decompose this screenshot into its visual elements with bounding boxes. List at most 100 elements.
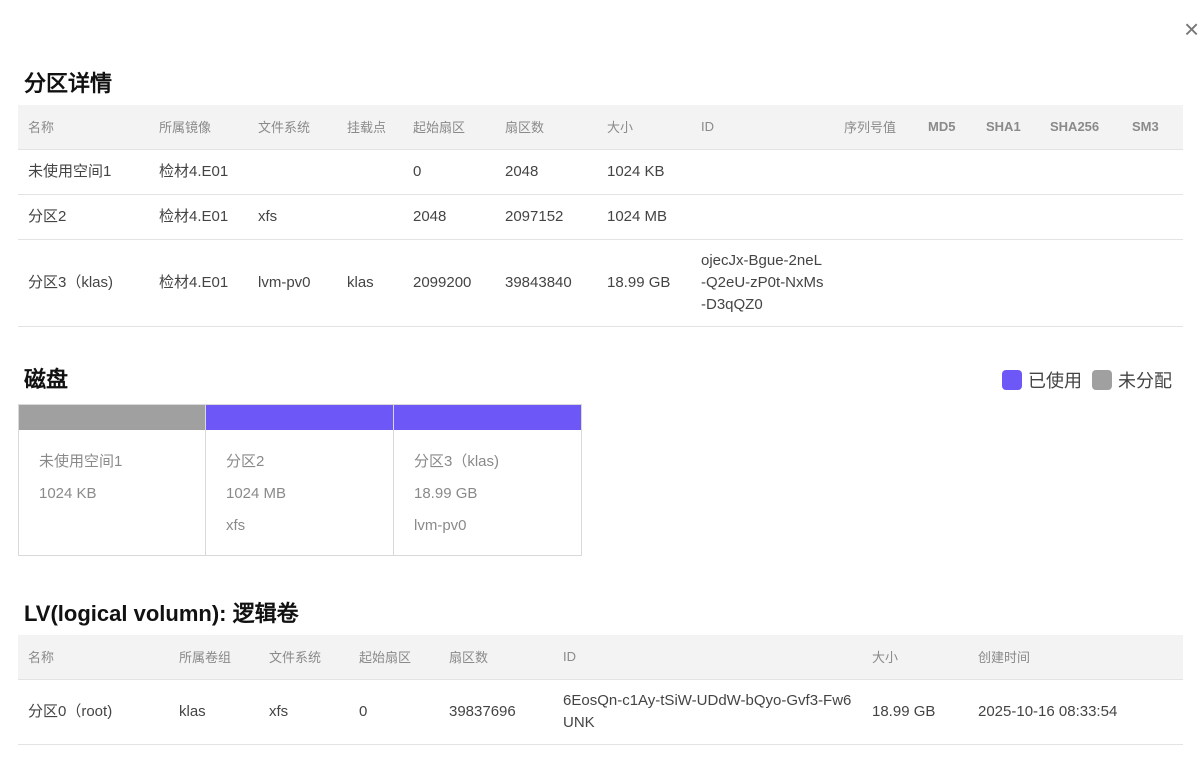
- cell-id: [691, 149, 834, 195]
- disk-legend: 已使用 未分配: [1002, 367, 1182, 393]
- legend-item-used: 已使用: [1002, 367, 1082, 393]
- col-size: 大小: [597, 105, 691, 150]
- disk-block-size: 18.99 GB: [414, 485, 478, 502]
- col-serial: 序列号值: [834, 105, 918, 150]
- col-sm3: SM3: [1122, 105, 1183, 150]
- disk-block-name: 分区3（klas): [414, 453, 500, 470]
- cell-size: 1024 MB: [597, 194, 691, 240]
- legend-swatch-used: [1002, 370, 1022, 390]
- disk-block[interactable]: 分区2 1024 MB xfs: [206, 404, 394, 556]
- cell-serial: [834, 149, 918, 195]
- lv-section-title: LV(logical volumn): 逻辑卷: [24, 601, 299, 626]
- col-md5: MD5: [918, 105, 976, 150]
- col-size: 大小: [862, 635, 968, 680]
- legend-label-used: 已使用: [1028, 371, 1082, 391]
- disk-block-bar: [394, 405, 581, 430]
- col-filesystem: 文件系统: [259, 635, 349, 680]
- cell-sm3: [1122, 149, 1183, 195]
- disk-map: 未使用空间1 1024 KB 分区2 1024 MB xfs 分区3（klas)…: [18, 404, 582, 556]
- disk-block-fs: xfs: [226, 517, 246, 534]
- cell-md5: [918, 194, 976, 240]
- col-volume-group: 所属卷组: [169, 635, 259, 680]
- cell-serial: [834, 239, 918, 327]
- lv-table: 名称 所属卷组 文件系统 起始扇区 扇区数 ID 大小 创建时间 分区0（roo…: [18, 635, 1183, 745]
- table-row[interactable]: 未使用空间1 检材4.E01 0 2048 1024 KB: [18, 149, 1183, 195]
- disk-block[interactable]: 分区3（klas) 18.99 GB lvm-pv0: [394, 404, 582, 556]
- col-name: 名称: [18, 105, 149, 150]
- cell-start-sector: 0: [403, 149, 495, 195]
- cell-name: 分区2: [18, 194, 149, 240]
- cell-start-sector: 0: [349, 679, 439, 745]
- cell-sha256: [1040, 194, 1122, 240]
- cell-id: [691, 194, 834, 240]
- disk-block-name: 分区2: [226, 453, 265, 470]
- cell-image: 检材4.E01: [149, 239, 248, 327]
- legend-swatch-unallocated: [1092, 370, 1112, 390]
- col-filesystem: 文件系统: [248, 105, 337, 150]
- col-id: ID: [691, 105, 834, 150]
- table-row[interactable]: 分区3（klas) 检材4.E01 lvm-pv0 klas 2099200 3…: [18, 239, 1183, 327]
- cell-sector-count: 2048: [495, 149, 597, 195]
- cell-size: 18.99 GB: [862, 679, 968, 745]
- cell-md5: [918, 149, 976, 195]
- col-name: 名称: [18, 635, 169, 680]
- close-button[interactable]: ×: [1184, 16, 1200, 42]
- table-row[interactable]: 分区2 检材4.E01 xfs 2048 2097152 1024 MB: [18, 194, 1183, 240]
- col-mountpoint: 挂载点: [337, 105, 403, 150]
- disk-block-size: 1024 MB: [226, 485, 287, 502]
- disk-block-fs: lvm-pv0: [414, 517, 467, 534]
- cell-sector-count: 39837696: [439, 679, 553, 745]
- cell-sha1: [976, 149, 1040, 195]
- disk-block-size: 1024 KB: [39, 485, 97, 502]
- cell-mountpoint: [337, 149, 403, 195]
- cell-name: 分区3（klas): [18, 239, 149, 327]
- col-sha1: SHA1: [976, 105, 1040, 150]
- disk-block[interactable]: 未使用空间1 1024 KB: [18, 404, 206, 556]
- col-image: 所属镜像: [149, 105, 248, 150]
- col-id: ID: [553, 635, 862, 680]
- cell-filesystem: lvm-pv0: [248, 239, 337, 327]
- cell-md5: [918, 239, 976, 327]
- cell-created-time: 2025-10-16 08:33:54: [968, 679, 1183, 745]
- cell-serial: [834, 194, 918, 240]
- cell-mountpoint: klas: [337, 239, 403, 327]
- cell-size: 18.99 GB: [597, 239, 691, 327]
- table-row[interactable]: 分区0（root) klas xfs 0 39837696 6EosQn-c1A…: [18, 679, 1183, 745]
- disk-block-name: 未使用空间1: [39, 453, 123, 470]
- cell-sector-count: 2097152: [495, 194, 597, 240]
- disk-block-fs: [39, 516, 205, 548]
- cell-sha1: [976, 239, 1040, 327]
- cell-name: 分区0（root): [18, 679, 169, 745]
- partition-table: 名称 所属镜像 文件系统 挂载点 起始扇区 扇区数 大小 ID 序列号值 MD5…: [18, 105, 1183, 327]
- partition-header-row: 名称 所属镜像 文件系统 挂载点 起始扇区 扇区数 大小 ID 序列号值 MD5…: [18, 105, 1183, 150]
- lv-header-row: 名称 所属卷组 文件系统 起始扇区 扇区数 ID 大小 创建时间: [18, 635, 1183, 680]
- cell-volume-group: klas: [169, 679, 259, 745]
- cell-start-sector: 2099200: [403, 239, 495, 327]
- col-sector-count: 扇区数: [495, 105, 597, 150]
- cell-image: 检材4.E01: [149, 149, 248, 195]
- col-start-sector: 起始扇区: [349, 635, 439, 680]
- cell-sha256: [1040, 239, 1122, 327]
- cell-sector-count: 39843840: [495, 239, 597, 327]
- cell-id: 6EosQn-c1Ay-tSiW-UDdW-bQyo-Gvf3-Fw6UNK: [553, 679, 862, 745]
- cell-sha1: [976, 194, 1040, 240]
- cell-filesystem: xfs: [248, 194, 337, 240]
- disk-section-title: 磁盘: [24, 367, 69, 392]
- cell-image: 检材4.E01: [149, 194, 248, 240]
- cell-sha256: [1040, 149, 1122, 195]
- cell-filesystem: xfs: [259, 679, 349, 745]
- col-sha256: SHA256: [1040, 105, 1122, 150]
- cell-sm3: [1122, 239, 1183, 327]
- cell-start-sector: 2048: [403, 194, 495, 240]
- cell-name: 未使用空间1: [18, 149, 149, 195]
- col-start-sector: 起始扇区: [403, 105, 495, 150]
- legend-item-unallocated: 未分配: [1092, 367, 1172, 393]
- cell-mountpoint: [337, 194, 403, 240]
- cell-id: ojecJx-Bgue-2neL-Q2eU-zP0t-NxMs-D3qQZ0: [691, 239, 834, 327]
- partition-section-title: 分区详情: [24, 71, 113, 96]
- cell-filesystem: [248, 149, 337, 195]
- cell-sm3: [1122, 194, 1183, 240]
- legend-label-unallocated: 未分配: [1118, 371, 1172, 391]
- cell-size: 1024 KB: [597, 149, 691, 195]
- disk-block-bar: [19, 405, 205, 430]
